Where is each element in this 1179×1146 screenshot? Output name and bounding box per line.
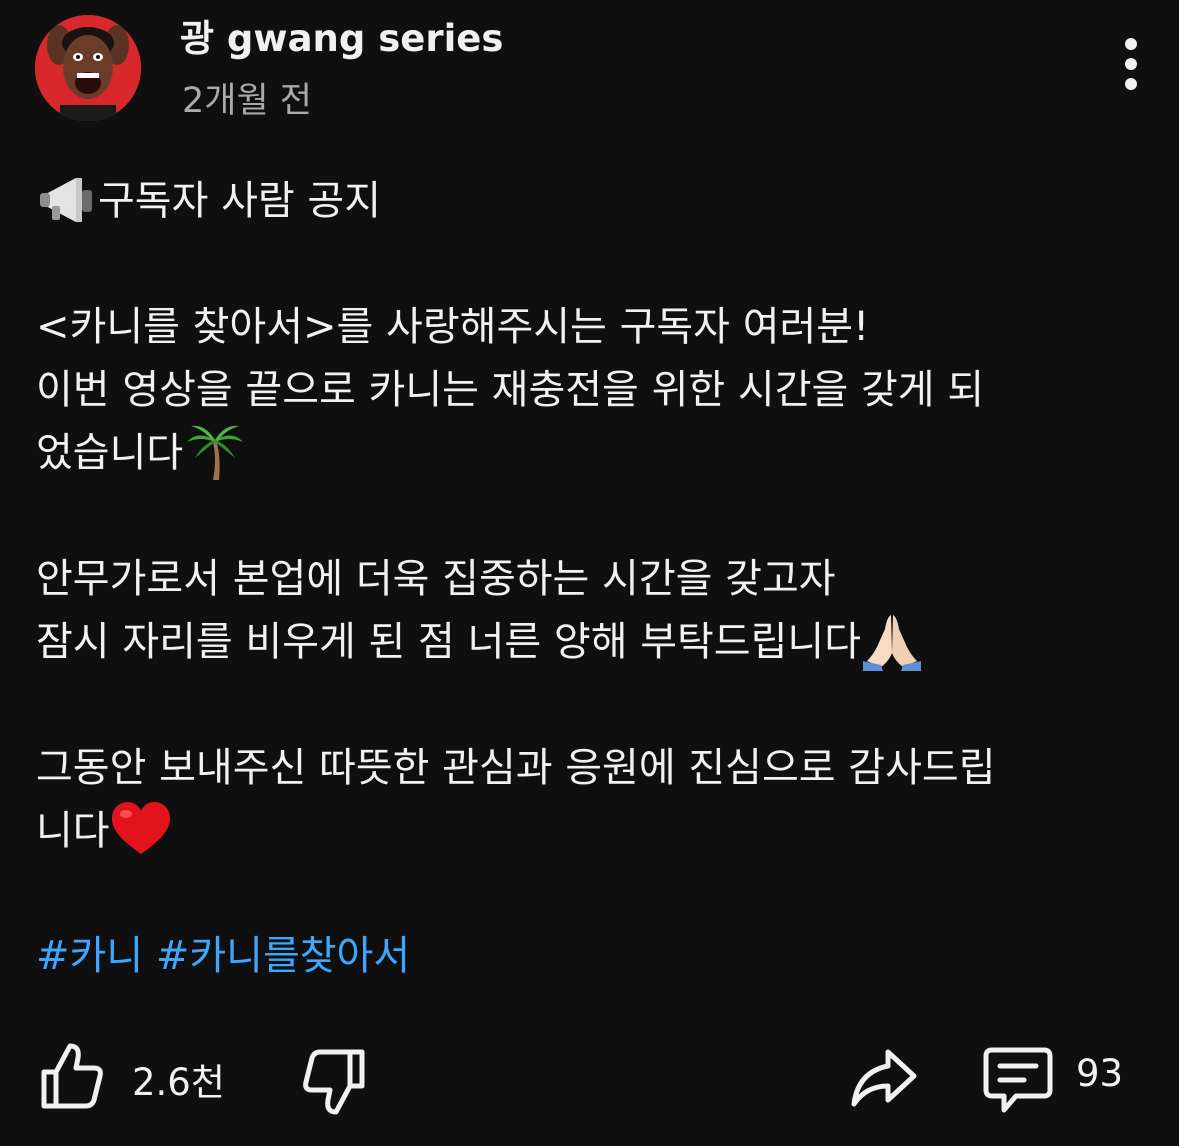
comment-bubble-icon (983, 1047, 1053, 1113)
palm-tree-emoji (183, 420, 245, 482)
vertical-ellipsis-icon (1125, 38, 1137, 90)
post-body: 구독자 사람 공지 <카니를 찾아서>를 사랑해주시는 구독자 여러분! 이번 … (36, 170, 1146, 863)
post-title-line: 구독자 사람 공지 (36, 170, 1146, 233)
post-text-line: 안무가로서 본업에 더욱 집중하는 시간을 갖고자 (36, 556, 836, 602)
post-text-line: 잠시 자리를 비우게 된 점 너른 양해 부탁드립니다 (36, 611, 1146, 674)
comment-count: 93 (1076, 1052, 1124, 1095)
dislike-button[interactable] (300, 1046, 368, 1118)
hashtag-link[interactable]: #카니 (36, 933, 143, 979)
share-arrow-icon (851, 1049, 917, 1107)
thumbs-up-icon (41, 1043, 103, 1109)
community-post: 광 gwang series 2개월 전 구독자 사람 공지 <카니를 찾아서>… (0, 0, 1179, 1146)
post-text-line: 그동안 보내주신 따뜻한 관심과 응원에 진심으로 감사드립 (36, 745, 996, 791)
post-text-segment: 잠시 자리를 비우게 된 점 너른 양해 부탁드립니다 (36, 619, 862, 665)
post-text-line: 니다 (36, 800, 1146, 863)
post-title-text: 구독자 사람 공지 (98, 178, 382, 224)
megaphone-emoji (36, 168, 98, 230)
post-text-line: 이번 영상을 끝으로 카니는 재충전을 위한 시간을 갖게 되 (36, 367, 985, 413)
more-options-button[interactable] (1106, 32, 1156, 98)
post-time: 2개월 전 (182, 81, 312, 121)
comments-button[interactable] (982, 1044, 1054, 1116)
post-text-segment: 었습니다 (36, 430, 184, 476)
post-text-line: 었습니다 (36, 422, 1146, 485)
like-button[interactable] (38, 1040, 106, 1112)
like-count: 2.6천 (132, 1061, 225, 1104)
avatar-image (35, 15, 141, 121)
red-heart-emoji (110, 798, 172, 860)
share-button[interactable] (848, 1044, 920, 1112)
hashtag-list: #카니 #카니를찾아서 (36, 925, 410, 988)
channel-name[interactable]: 광 gwang series (180, 8, 503, 62)
hashtag-link[interactable]: #카니를찾아서 (156, 933, 410, 979)
post-text-line: <카니를 찾아서>를 사랑해주시는 구독자 여러분! (36, 304, 870, 350)
post-text-segment: 니다 (36, 808, 110, 854)
thumbs-down-icon (303, 1049, 365, 1115)
folded-hands-emoji (861, 609, 923, 671)
channel-avatar[interactable] (35, 15, 141, 121)
